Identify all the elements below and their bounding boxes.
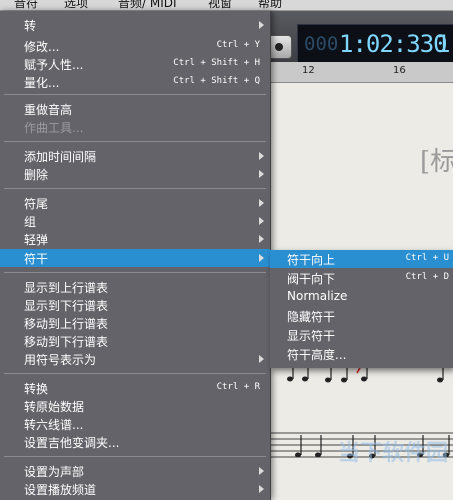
menu-separator	[4, 272, 266, 273]
menu-item-display-lower-staff[interactable]: 显示到下行谱表	[0, 296, 270, 314]
time-display-prefix: 000	[304, 33, 339, 55]
menu-item-shortcut: Ctrl + R	[216, 382, 260, 392]
submenu-arrow-icon	[259, 485, 264, 493]
submenu-item-label: 显示符干	[287, 329, 336, 343]
menubar-item-options[interactable]: 选项	[64, 0, 88, 10]
notes-menu: 转 修改... Ctrl + Y 赋予人性... Ctrl + Shift + H …	[0, 11, 271, 500]
submenu-item-hide-stems[interactable]: 隐藏符干	[270, 307, 453, 325]
menu-item-convert-raw[interactable]: 转原始数据	[0, 397, 270, 415]
menu-item-label: 移动到上行谱表	[24, 317, 109, 331]
menu-item-quantize[interactable]: 量化... Ctrl + Shift + Q	[0, 73, 270, 91]
menu-item-notate-as[interactable]: 用符号表示为	[0, 350, 270, 368]
menu-item-move-lower-staff[interactable]: 移动到下行谱表	[0, 332, 270, 350]
submenu-arrow-icon	[259, 254, 264, 262]
submenu-item-label: Normalize	[287, 289, 348, 303]
menu-item-repitch[interactable]: 重做音高	[0, 100, 270, 118]
menubar: 音符 选项 音频/ MIDI 视窗 帮助	[0, 0, 453, 11]
menu-separator	[4, 456, 266, 457]
menu-item-label: 显示到下行谱表	[24, 299, 109, 313]
menu-item-label: 修改...	[24, 40, 60, 54]
menu-item-display-upper-staff[interactable]: 显示到上行谱表	[0, 278, 270, 296]
submenu-item-shortcut: Ctrl + D	[405, 272, 449, 282]
submenu-item-normalize[interactable]: Normalize	[270, 288, 453, 306]
stems-submenu: 符干向上 Ctrl + U 阀干向下 Ctrl + D Normalize 隐藏符干…	[270, 250, 453, 368]
menu-item-label: 用符号表示为	[24, 353, 97, 367]
submenu-item-shortcut: Ctrl + U	[405, 253, 449, 263]
menubar-item-window[interactable]: 视窗	[208, 0, 232, 10]
submenu-item-label: 阀干向下	[287, 272, 336, 286]
submenu-arrow-icon	[259, 467, 264, 475]
menu-item-label: 转原始数据	[24, 400, 85, 414]
menu-item-composition-tools: 作曲工具...	[0, 118, 270, 136]
menu-item-stems[interactable]: 符干	[0, 249, 270, 267]
menu-item-label: 显示到上行谱表	[24, 281, 109, 295]
menu-item-flags[interactable]: 符尾	[0, 194, 270, 212]
menu-item-shortcut: Ctrl + Shift + Q	[173, 76, 260, 86]
submenu-item-label: 符干高度...	[287, 348, 347, 362]
menubar-item-audio-midi[interactable]: 音频/ MIDI	[118, 0, 177, 10]
submenu-item-stem-up[interactable]: 符干向上 Ctrl + U	[270, 250, 453, 268]
menu-item-convert[interactable]: 转换 Ctrl + R	[0, 379, 270, 397]
menubar-item-help[interactable]: 帮助	[258, 0, 282, 10]
menu-item-transform[interactable]: 转	[0, 16, 270, 34]
menu-item-shortcut: Ctrl + Y	[216, 40, 260, 50]
menu-item-label: 移动到下行谱表	[24, 335, 109, 349]
time-display-value: 1:02:330	[339, 30, 448, 58]
submenu-arrow-icon	[259, 170, 264, 178]
submenu-arrow-icon	[259, 355, 264, 363]
watermark: 当下软件园	[338, 441, 449, 466]
menu-item-label: 量化...	[24, 76, 60, 90]
submenu-item-stem-down[interactable]: 阀干向下 Ctrl + D	[270, 269, 453, 287]
menu-item-label: 删除	[24, 168, 49, 182]
menu-separator	[4, 94, 266, 95]
menu-item-label: 轻弹	[24, 233, 49, 247]
menu-item-label: 添加时间间隔	[24, 150, 97, 164]
menu-separator	[4, 141, 266, 142]
menu-item-label: 设置为声部	[24, 465, 85, 479]
menu-separator	[4, 373, 266, 374]
menu-item-label: 重做音高	[24, 103, 73, 117]
menubar-item-notes[interactable]: 音符	[14, 0, 38, 10]
menu-item-edit[interactable]: 修改... Ctrl + Y	[0, 37, 270, 55]
ruler-mark: 16	[393, 65, 406, 76]
submenu-arrow-icon	[259, 235, 264, 243]
menu-item-label: 转	[24, 19, 37, 33]
submenu-arrow-icon	[259, 21, 264, 29]
menu-item-convert-tab[interactable]: 转六线谱...	[0, 415, 270, 433]
menu-item-humanize[interactable]: 赋予人性... Ctrl + Shift + H	[0, 55, 270, 73]
record-icon	[275, 43, 283, 51]
menu-separator	[4, 188, 266, 189]
menu-item-shortcut: Ctrl + Shift + H	[173, 58, 260, 68]
menu-item-label: 赋予人性...	[24, 58, 84, 72]
menu-item-delete[interactable]: 删除	[0, 165, 270, 183]
menu-item-move-upper-staff[interactable]: 移动到上行谱表	[0, 314, 270, 332]
menu-item-label: 组	[24, 215, 37, 229]
menu-item-label: 作曲工具...	[24, 121, 84, 135]
menu-item-set-capo[interactable]: 设置吉他变调夹...	[0, 433, 270, 451]
ruler-mark: 12	[302, 65, 315, 76]
menu-item-label: 转换	[24, 382, 49, 396]
menu-item-flick[interactable]: 轻弹	[0, 230, 270, 248]
time-display-tail: 1	[436, 30, 451, 58]
submenu-item-stem-height[interactable]: 符干高度...	[270, 345, 453, 363]
menu-item-insert-time[interactable]: 添加时间间隔	[0, 147, 270, 165]
menu-item-label: 设置播放频道	[24, 483, 97, 497]
submenu-item-label: 符干向上	[287, 253, 336, 267]
submenu-item-label: 隐藏符干	[287, 310, 336, 324]
submenu-arrow-icon	[259, 152, 264, 160]
submenu-arrow-icon	[259, 217, 264, 225]
menu-item-label: 转六线谱...	[24, 418, 84, 432]
submenu-item-show-stems[interactable]: 显示符干	[270, 326, 453, 344]
menu-item-set-voice[interactable]: 设置为声部	[0, 462, 270, 480]
menu-item-set-playback-channel[interactable]: 设置播放频道	[0, 480, 270, 498]
menu-item-group[interactable]: 组	[0, 212, 270, 230]
menu-item-label: 符尾	[24, 197, 49, 211]
submenu-arrow-icon	[259, 199, 264, 207]
menu-item-label: 设置吉他变调夹...	[24, 436, 120, 450]
menu-item-label: 符干	[24, 252, 49, 266]
